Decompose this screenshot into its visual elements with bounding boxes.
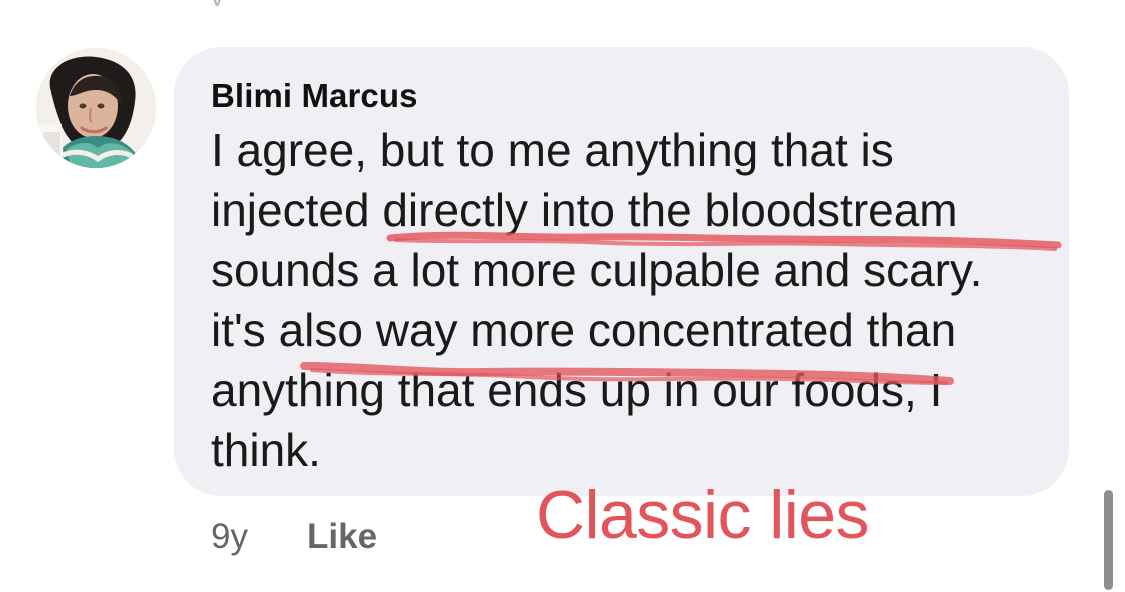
comment-age: 9y (211, 517, 248, 556)
comment-line: it's also way more concentrated than (211, 304, 957, 356)
comment-line: anything that ends up in our foods, I (211, 364, 943, 416)
like-button[interactable]: Like (307, 514, 377, 560)
profile-photo-icon (36, 48, 156, 168)
avatar[interactable] (36, 48, 156, 168)
comment-line: I agree, but to me anything that is (211, 124, 894, 176)
scrollbar-thumb[interactable] (1104, 490, 1113, 590)
comment-author-name[interactable]: Blimi Marcus (211, 74, 418, 118)
previous-comment-fragment: y (210, 0, 252, 6)
comment-line: think. (211, 424, 321, 476)
comment-line: injected directly into the bloodstream (211, 184, 958, 236)
handwritten-annotation: Classic lies (536, 477, 869, 553)
comment-line: sounds a lot more culpable and scary. (211, 244, 983, 296)
